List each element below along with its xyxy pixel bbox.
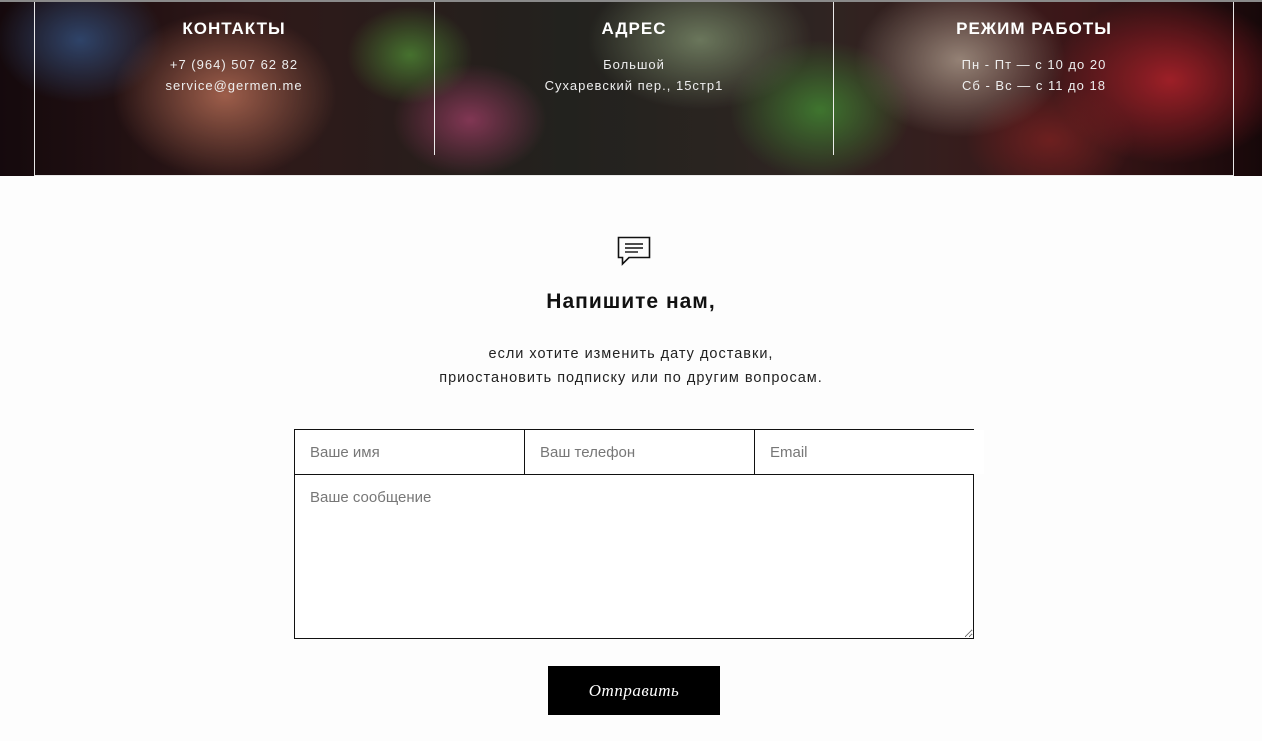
address-line-1: Большой [603, 57, 665, 72]
form-input-row [294, 429, 984, 475]
email-input[interactable] [754, 430, 984, 474]
phone-number[interactable]: +7 (964) 507 62 82 [34, 54, 434, 75]
form-title: Напишите нам, [546, 290, 716, 313]
address-title: АДРЕС [601, 19, 667, 38]
phone-input[interactable] [524, 430, 754, 474]
contact-form [294, 429, 984, 639]
form-subtitle-line: если хотите изменить дату доставки, [488, 346, 774, 362]
address-line-2: Сухаревский пер., 15стр1 [544, 78, 724, 93]
hours-title: РЕЖИМ РАБОТЫ [956, 19, 1112, 38]
hours-weekdays: Пн - Пт — с 10 до 20 [961, 57, 1107, 72]
email-address[interactable]: service@germen.me [34, 75, 434, 96]
form-subtitle: если хотите изменить дату доставки, прио… [0, 342, 1262, 390]
contacts-title: КОНТАКТЫ [182, 19, 286, 38]
top-divider [0, 0, 1262, 2]
message-textarea[interactable] [294, 474, 974, 639]
name-input[interactable] [295, 430, 524, 474]
contacts-column: КОНТАКТЫ +7 (964) 507 62 82 service@germ… [34, 0, 434, 176]
form-subtitle-line: приостановить подписку или по другим воп… [439, 370, 823, 386]
message-icon [617, 236, 651, 266]
address-column: АДРЕС Большой Сухаревский пер., 15стр1 [434, 0, 834, 176]
hours-weekend: Сб - Вс — с 11 до 18 [962, 78, 1106, 93]
hours-column: РЕЖИМ РАБОТЫ Пн - Пт — с 10 до 20 Сб - В… [834, 0, 1234, 176]
submit-button[interactable]: Отправить [548, 666, 720, 715]
